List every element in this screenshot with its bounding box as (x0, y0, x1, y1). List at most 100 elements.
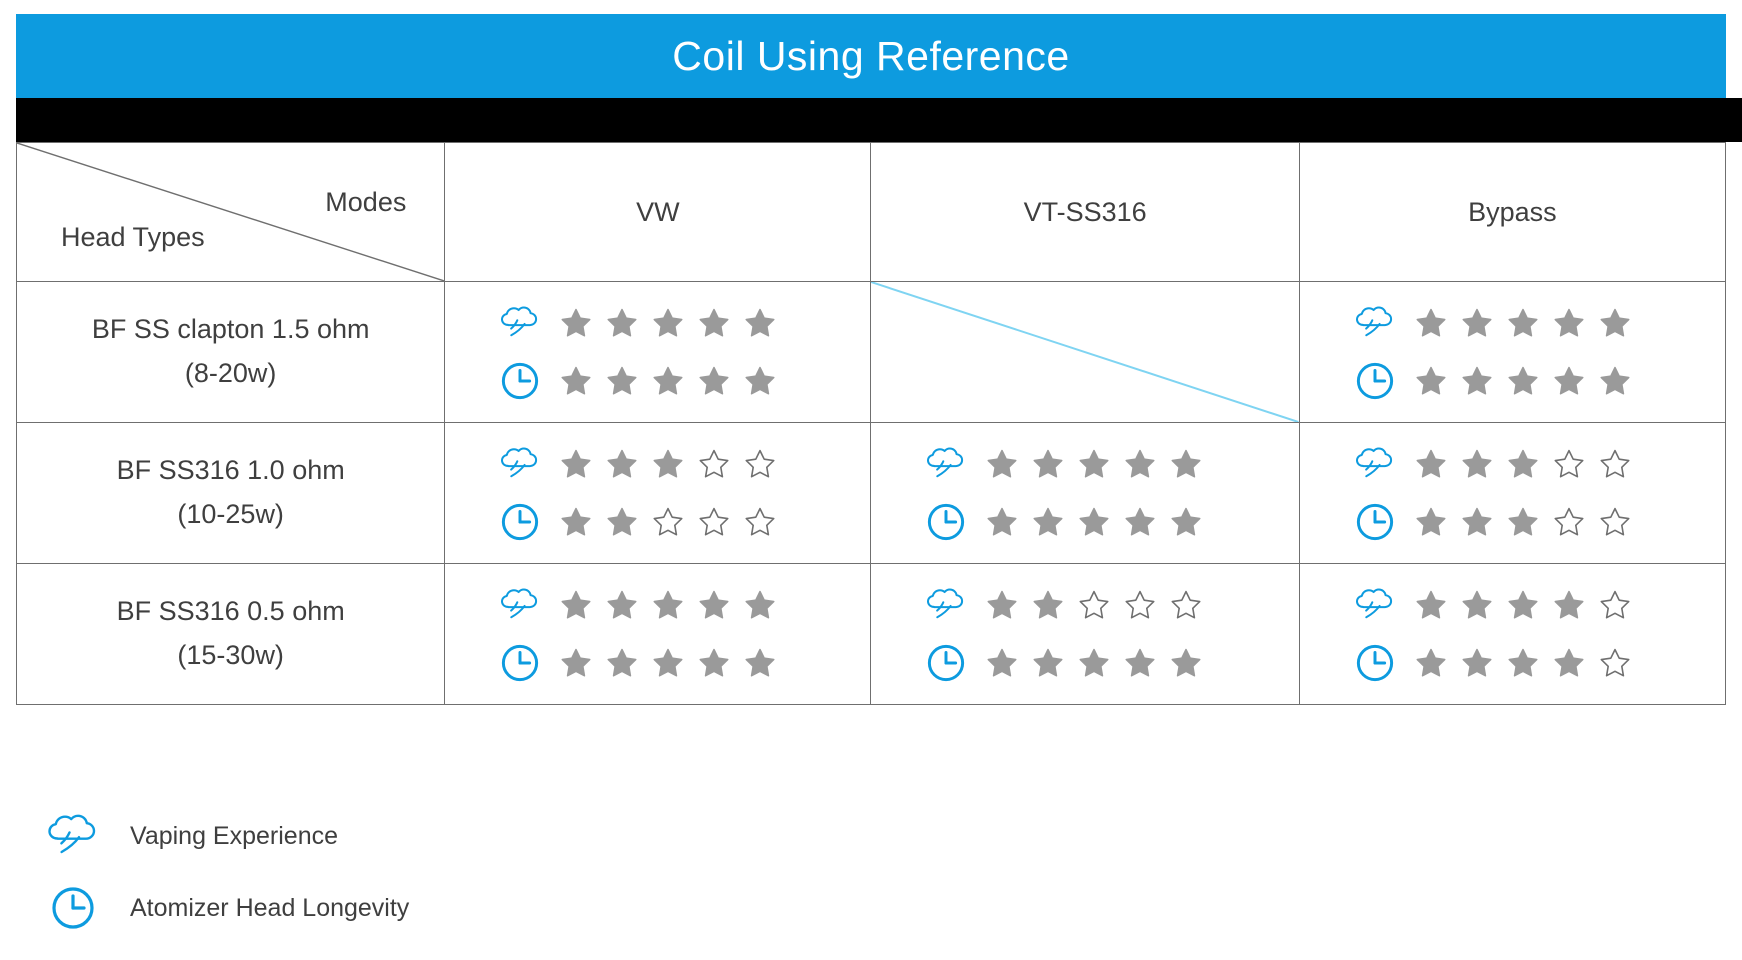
rating-cell-bypass (1298, 563, 1727, 705)
star-filled-icon (1508, 590, 1538, 619)
star-filled-icon (653, 308, 683, 337)
star-empty-icon (1125, 590, 1155, 619)
star-empty-icon (1554, 449, 1584, 478)
vapor-cloud-icon (1352, 583, 1398, 627)
table-header-row: Modes Head Types VW VT-SS316 Bypass (15, 142, 1727, 282)
star-empty-icon (1171, 590, 1201, 619)
rating-stack (445, 564, 870, 704)
star-filled-icon (1171, 507, 1201, 536)
star-rating (1416, 648, 1630, 678)
columns-axis-label: Modes (325, 187, 407, 217)
star-empty-icon (1600, 590, 1630, 619)
legend-label-vaping-experience: Vaping Experience (130, 821, 339, 850)
coil-reference-page: Coil Using Reference Modes Head Types VW… (0, 0, 1742, 960)
star-filled-icon (653, 648, 683, 677)
star-empty-icon (1600, 449, 1630, 478)
rating-cell-vt-ss316-unavailable (870, 281, 1300, 423)
star-rating (561, 308, 775, 338)
rating-vaping-experience (497, 583, 870, 627)
star-rating (1416, 366, 1630, 396)
rating-atomizer-head-longevity (923, 500, 1298, 544)
star-empty-icon (745, 507, 775, 536)
star-filled-icon (653, 449, 683, 478)
star-filled-icon (1508, 507, 1538, 536)
head-type-wattage: (10-25w) (177, 499, 284, 529)
star-filled-icon (1416, 449, 1446, 478)
star-filled-icon (561, 449, 591, 478)
table-row: BF SS316 1.0 ohm (10-25w) (15, 422, 1727, 564)
rating-atomizer-head-longevity (1352, 500, 1725, 544)
star-filled-icon (745, 366, 775, 395)
clock-icon (923, 500, 969, 544)
star-filled-icon (699, 590, 729, 619)
star-filled-icon (1554, 366, 1584, 395)
star-filled-icon (1125, 648, 1155, 677)
star-filled-icon (607, 308, 637, 337)
star-filled-icon (1416, 648, 1446, 677)
rating-stack (871, 423, 1298, 563)
vapor-cloud-icon (923, 442, 969, 486)
vapor-cloud-icon (923, 583, 969, 627)
clock-icon (1352, 359, 1398, 403)
legend-label-atomizer-head-longevity: Atomizer Head Longevity (130, 893, 410, 922)
star-filled-icon (699, 366, 729, 395)
rating-cell-bypass (1298, 281, 1727, 423)
head-type-name: BF SS clapton 1.5 ohm (91, 314, 370, 345)
star-rating (561, 648, 775, 678)
rating-atomizer-head-longevity (923, 641, 1298, 685)
star-filled-icon (1462, 366, 1492, 395)
rating-vaping-experience (1352, 583, 1725, 627)
star-filled-icon (745, 308, 775, 337)
star-filled-icon (1508, 648, 1538, 677)
star-filled-icon (1554, 308, 1584, 337)
rating-atomizer-head-longevity (1352, 641, 1725, 685)
star-filled-icon (607, 366, 637, 395)
rating-atomizer-head-longevity (497, 359, 870, 403)
rating-cell-vw (444, 281, 872, 423)
column-header-vw: VW (444, 142, 872, 282)
star-filled-icon (1416, 590, 1446, 619)
star-filled-icon (699, 648, 729, 677)
star-filled-icon (653, 590, 683, 619)
star-filled-icon (1554, 648, 1584, 677)
star-filled-icon (699, 308, 729, 337)
clock-icon (42, 884, 104, 932)
star-filled-icon (1462, 308, 1492, 337)
page-title: Coil Using Reference (672, 32, 1070, 79)
star-filled-icon (1079, 449, 1109, 478)
rating-cell-vt-ss316 (870, 563, 1300, 705)
star-rating (987, 449, 1201, 479)
row-header-head-type: BF SS316 0.5 ohm (15-30w) (15, 563, 446, 705)
star-empty-icon (1079, 590, 1109, 619)
rating-stack (1300, 423, 1725, 563)
star-rating (561, 507, 775, 537)
vapor-cloud-icon (1352, 301, 1398, 345)
header-divider-bar (16, 98, 1742, 142)
row-header-head-type: BF SS clapton 1.5 ohm (8-20w) (15, 281, 446, 423)
star-filled-icon (607, 449, 637, 478)
star-filled-icon (1416, 507, 1446, 536)
rating-vaping-experience (923, 442, 1298, 486)
star-filled-icon (1600, 308, 1630, 337)
star-filled-icon (561, 507, 591, 536)
star-filled-icon (1125, 449, 1155, 478)
legend-item-vaping-experience: Vaping Experience (42, 812, 409, 860)
vapor-cloud-icon (497, 301, 543, 345)
rating-stack (445, 282, 870, 422)
star-filled-icon (745, 648, 775, 677)
legend-item-atomizer-head-longevity: Atomizer Head Longevity (42, 884, 409, 932)
star-filled-icon (561, 648, 591, 677)
title-bar: Coil Using Reference (16, 14, 1726, 98)
rating-atomizer-head-longevity (497, 641, 870, 685)
star-filled-icon (987, 449, 1017, 478)
star-filled-icon (1033, 507, 1063, 536)
star-filled-icon (607, 648, 637, 677)
star-filled-icon (607, 590, 637, 619)
coil-reference-table: Modes Head Types VW VT-SS316 Bypass BF S… (15, 142, 1727, 705)
rating-cell-bypass (1298, 422, 1727, 564)
table-row: BF SS316 0.5 ohm (15-30w) (15, 563, 1727, 705)
star-filled-icon (1033, 648, 1063, 677)
clock-icon (497, 641, 543, 685)
star-filled-icon (987, 507, 1017, 536)
legend: Vaping Experience Atomizer Head Longevit… (42, 812, 409, 932)
